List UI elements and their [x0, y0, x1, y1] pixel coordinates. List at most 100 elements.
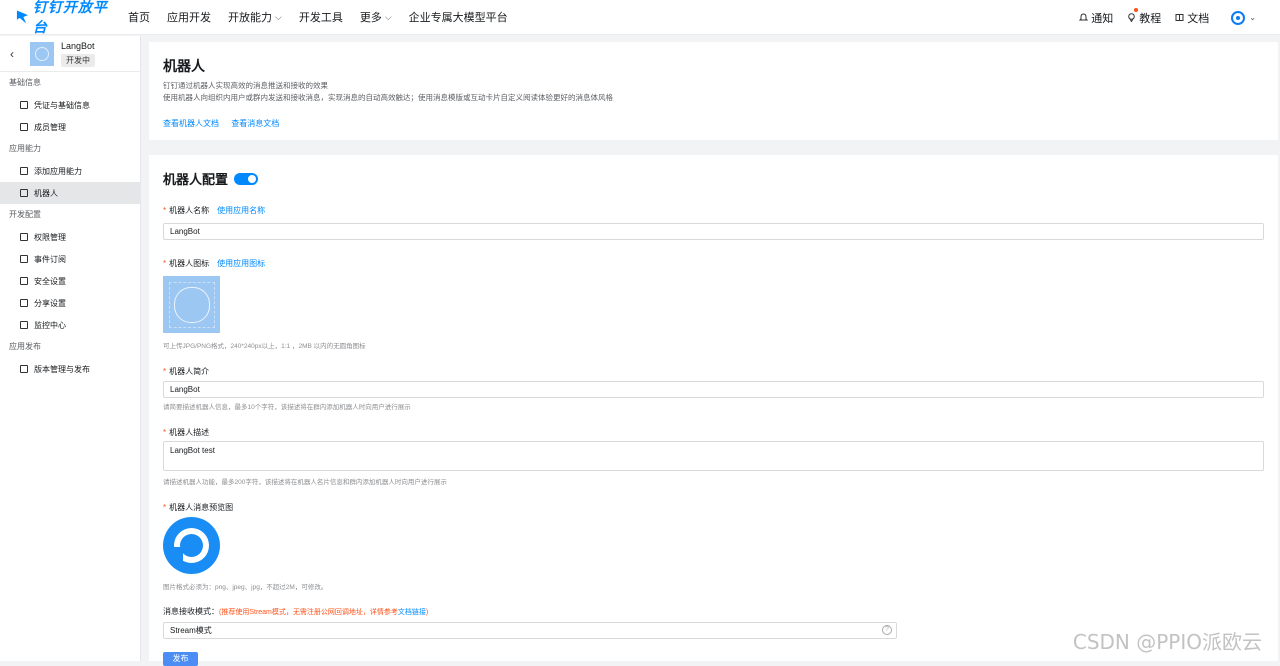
- location-pin-icon: [1127, 13, 1136, 22]
- intro-desc-line2: 使用机器人向组织内用户或群内发送和接收消息，实现消息的自动高效触达；使用消息模版…: [163, 92, 613, 104]
- doc-links: 查看机器人文档 查看消息文档: [163, 118, 289, 129]
- tutorial-link[interactable]: 教程: [1127, 10, 1161, 26]
- nav-item-0[interactable]: 首页: [128, 9, 150, 25]
- menu-item-icon: [20, 299, 28, 307]
- red-dot-badge: [1134, 8, 1138, 12]
- use-app-name-link[interactable]: 使用应用名称: [217, 206, 265, 215]
- brief-hint: 请简要描述机器人信息，最多10个字符，该描述将在群内添加机器人时向用户进行展示: [163, 401, 411, 411]
- menu-item-icon: [20, 321, 28, 329]
- sidebar-item-label: 版本管理与发布: [34, 364, 90, 375]
- sidebar-item[interactable]: 成员管理: [0, 116, 140, 138]
- top-navigation: 钉钉开放平台 首页应用开发开放能力⌵开发工具更多⌵企业专属大模型平台 通知 教程…: [0, 0, 1280, 35]
- sidebar-item[interactable]: 事件订阅: [0, 248, 140, 270]
- nav-menu: 首页应用开发开放能力⌵开发工具更多⌵企业专属大模型平台: [128, 9, 525, 25]
- robot-docs-link[interactable]: 查看机器人文档: [163, 119, 219, 128]
- nav-item-3[interactable]: 开发工具: [299, 9, 343, 25]
- brief-label: 机器人简介: [169, 367, 209, 376]
- required-mark: *: [163, 503, 166, 512]
- message-docs-link[interactable]: 查看消息文档: [231, 119, 279, 128]
- sidebar-item-label: 添加应用能力: [34, 166, 82, 177]
- desc-hint: 请描述机器人功能，最多200字符，该描述将在机器人名片信息和群内添加机器人时向用…: [163, 476, 447, 486]
- nav-item-label: 首页: [128, 9, 150, 25]
- notify-label: 通知: [1091, 10, 1113, 26]
- mode-note-suffix: ): [426, 609, 428, 616]
- book-icon: [1175, 13, 1184, 22]
- robot-icon-upload[interactable]: [163, 276, 220, 333]
- app-icon: [30, 42, 54, 66]
- sidebar-item[interactable]: 权限管理: [0, 226, 140, 248]
- icon-hint: 可上传JPG/PNG格式，240*240px以上，1:1 ，2MB 以内的无圆角…: [163, 340, 366, 350]
- sidebar-item[interactable]: 版本管理与发布: [0, 358, 140, 380]
- tutorial-label: 教程: [1139, 10, 1161, 26]
- mode-label: 消息接收模式：: [163, 607, 219, 616]
- robot-preview-image[interactable]: [163, 517, 220, 574]
- sidebar-group-title: 应用发布: [0, 336, 140, 358]
- nav-item-2[interactable]: 开放能力⌵: [228, 9, 282, 25]
- docs-label: 文档: [1187, 10, 1209, 26]
- nav-item-label: 开发工具: [299, 9, 343, 25]
- menu-item-icon: [20, 167, 28, 175]
- page-title: 机器人: [163, 56, 205, 76]
- sidebar-item-label: 权限管理: [34, 232, 66, 243]
- sidebar: ‹ LangBot 开发中 基础信息凭证与基础信息成员管理应用能力添加应用能力机…: [0, 36, 141, 661]
- robot-name-input[interactable]: LangBot: [163, 223, 1264, 240]
- robot-enable-toggle[interactable]: [234, 173, 258, 185]
- dingtalk-logo-icon: [16, 9, 29, 25]
- required-mark: *: [163, 206, 166, 215]
- logo-text: 钉钉开放平台: [33, 0, 116, 37]
- name-label-row: *机器人名称使用应用名称: [163, 205, 265, 216]
- menu-item-icon: [20, 233, 28, 241]
- chevron-down-icon[interactable]: ⌄: [1249, 13, 1256, 22]
- dingtalk-logo[interactable]: 钉钉开放平台: [16, 0, 116, 37]
- sidebar-item-label: 成员管理: [34, 122, 66, 133]
- preview-logo-dot: [180, 534, 203, 557]
- nav-item-4[interactable]: 更多⌵: [360, 9, 392, 25]
- desc-label-row: *机器人描述: [163, 427, 209, 438]
- sidebar-menu: 基础信息凭证与基础信息成员管理应用能力添加应用能力机器人开发配置权限管理事件订阅…: [0, 72, 140, 380]
- sidebar-item[interactable]: 安全设置: [0, 270, 140, 292]
- sidebar-group-title: 应用能力: [0, 138, 140, 160]
- sidebar-item[interactable]: 监控中心: [0, 314, 140, 336]
- robot-brief-input[interactable]: LangBot: [163, 381, 1264, 398]
- user-avatar[interactable]: [1231, 11, 1245, 25]
- nav-item-label: 企业专属大模型平台: [409, 9, 508, 25]
- menu-item-icon: [20, 277, 28, 285]
- robot-desc-textarea[interactable]: LangBot test: [163, 441, 1264, 471]
- sidebar-item-label: 安全设置: [34, 276, 66, 287]
- sidebar-item-label: 监控中心: [34, 320, 66, 331]
- publish-button[interactable]: 发布: [163, 652, 198, 666]
- sidebar-item-label: 凭证与基础信息: [34, 100, 90, 111]
- use-app-icon-link[interactable]: 使用应用图标: [217, 259, 265, 268]
- docs-link[interactable]: 文档: [1175, 10, 1209, 26]
- required-mark: *: [163, 259, 166, 268]
- status-badge: 开发中: [61, 54, 95, 67]
- mode-doc-link[interactable]: 文档链接: [398, 609, 426, 616]
- preview-label: 机器人消息预览图: [169, 503, 233, 512]
- icon-label-row: *机器人图标使用应用图标: [163, 258, 265, 269]
- name-label: 机器人名称: [169, 206, 209, 215]
- chevron-down-icon: ⌵: [385, 12, 392, 23]
- mode-select[interactable]: Stream模式 ?: [163, 622, 897, 639]
- mode-note-prefix: (推荐使用Stream模式，无需注册公网回调地址，详情参考: [219, 609, 398, 616]
- sidebar-item[interactable]: 机器人: [0, 182, 140, 204]
- sidebar-item[interactable]: 分享设置: [0, 292, 140, 314]
- nav-item-5[interactable]: 企业专属大模型平台: [409, 9, 508, 25]
- sidebar-group-title: 开发配置: [0, 204, 140, 226]
- mode-select-value: Stream模式: [170, 626, 212, 635]
- notify-link[interactable]: 通知: [1079, 10, 1113, 26]
- sidebar-item[interactable]: 凭证与基础信息: [0, 94, 140, 116]
- help-icon[interactable]: ?: [882, 625, 892, 635]
- chevron-down-icon: ⌵: [275, 12, 282, 23]
- nav-item-label: 开放能力: [228, 9, 272, 25]
- back-arrow-icon[interactable]: ‹: [0, 47, 24, 61]
- sidebar-group-title: 基础信息: [0, 72, 140, 94]
- nav-right: 通知 教程 文档 ⌄: [1065, 0, 1256, 35]
- intro-card: 机器人 钉钉通过机器人实现高效的消息推送和接收的效果 使用机器人向组织内用户或群…: [149, 42, 1278, 140]
- bell-icon: [1079, 13, 1088, 22]
- app-info: ‹ LangBot 开发中: [0, 36, 140, 72]
- nav-item-1[interactable]: 应用开发: [167, 9, 211, 25]
- sidebar-item-label: 机器人: [34, 188, 58, 199]
- sidebar-item[interactable]: 添加应用能力: [0, 160, 140, 182]
- mode-label-row: 消息接收模式：(推荐使用Stream模式，无需注册公网回调地址，详情参考文档链接…: [163, 606, 428, 617]
- preview-logo-cut: [171, 547, 183, 561]
